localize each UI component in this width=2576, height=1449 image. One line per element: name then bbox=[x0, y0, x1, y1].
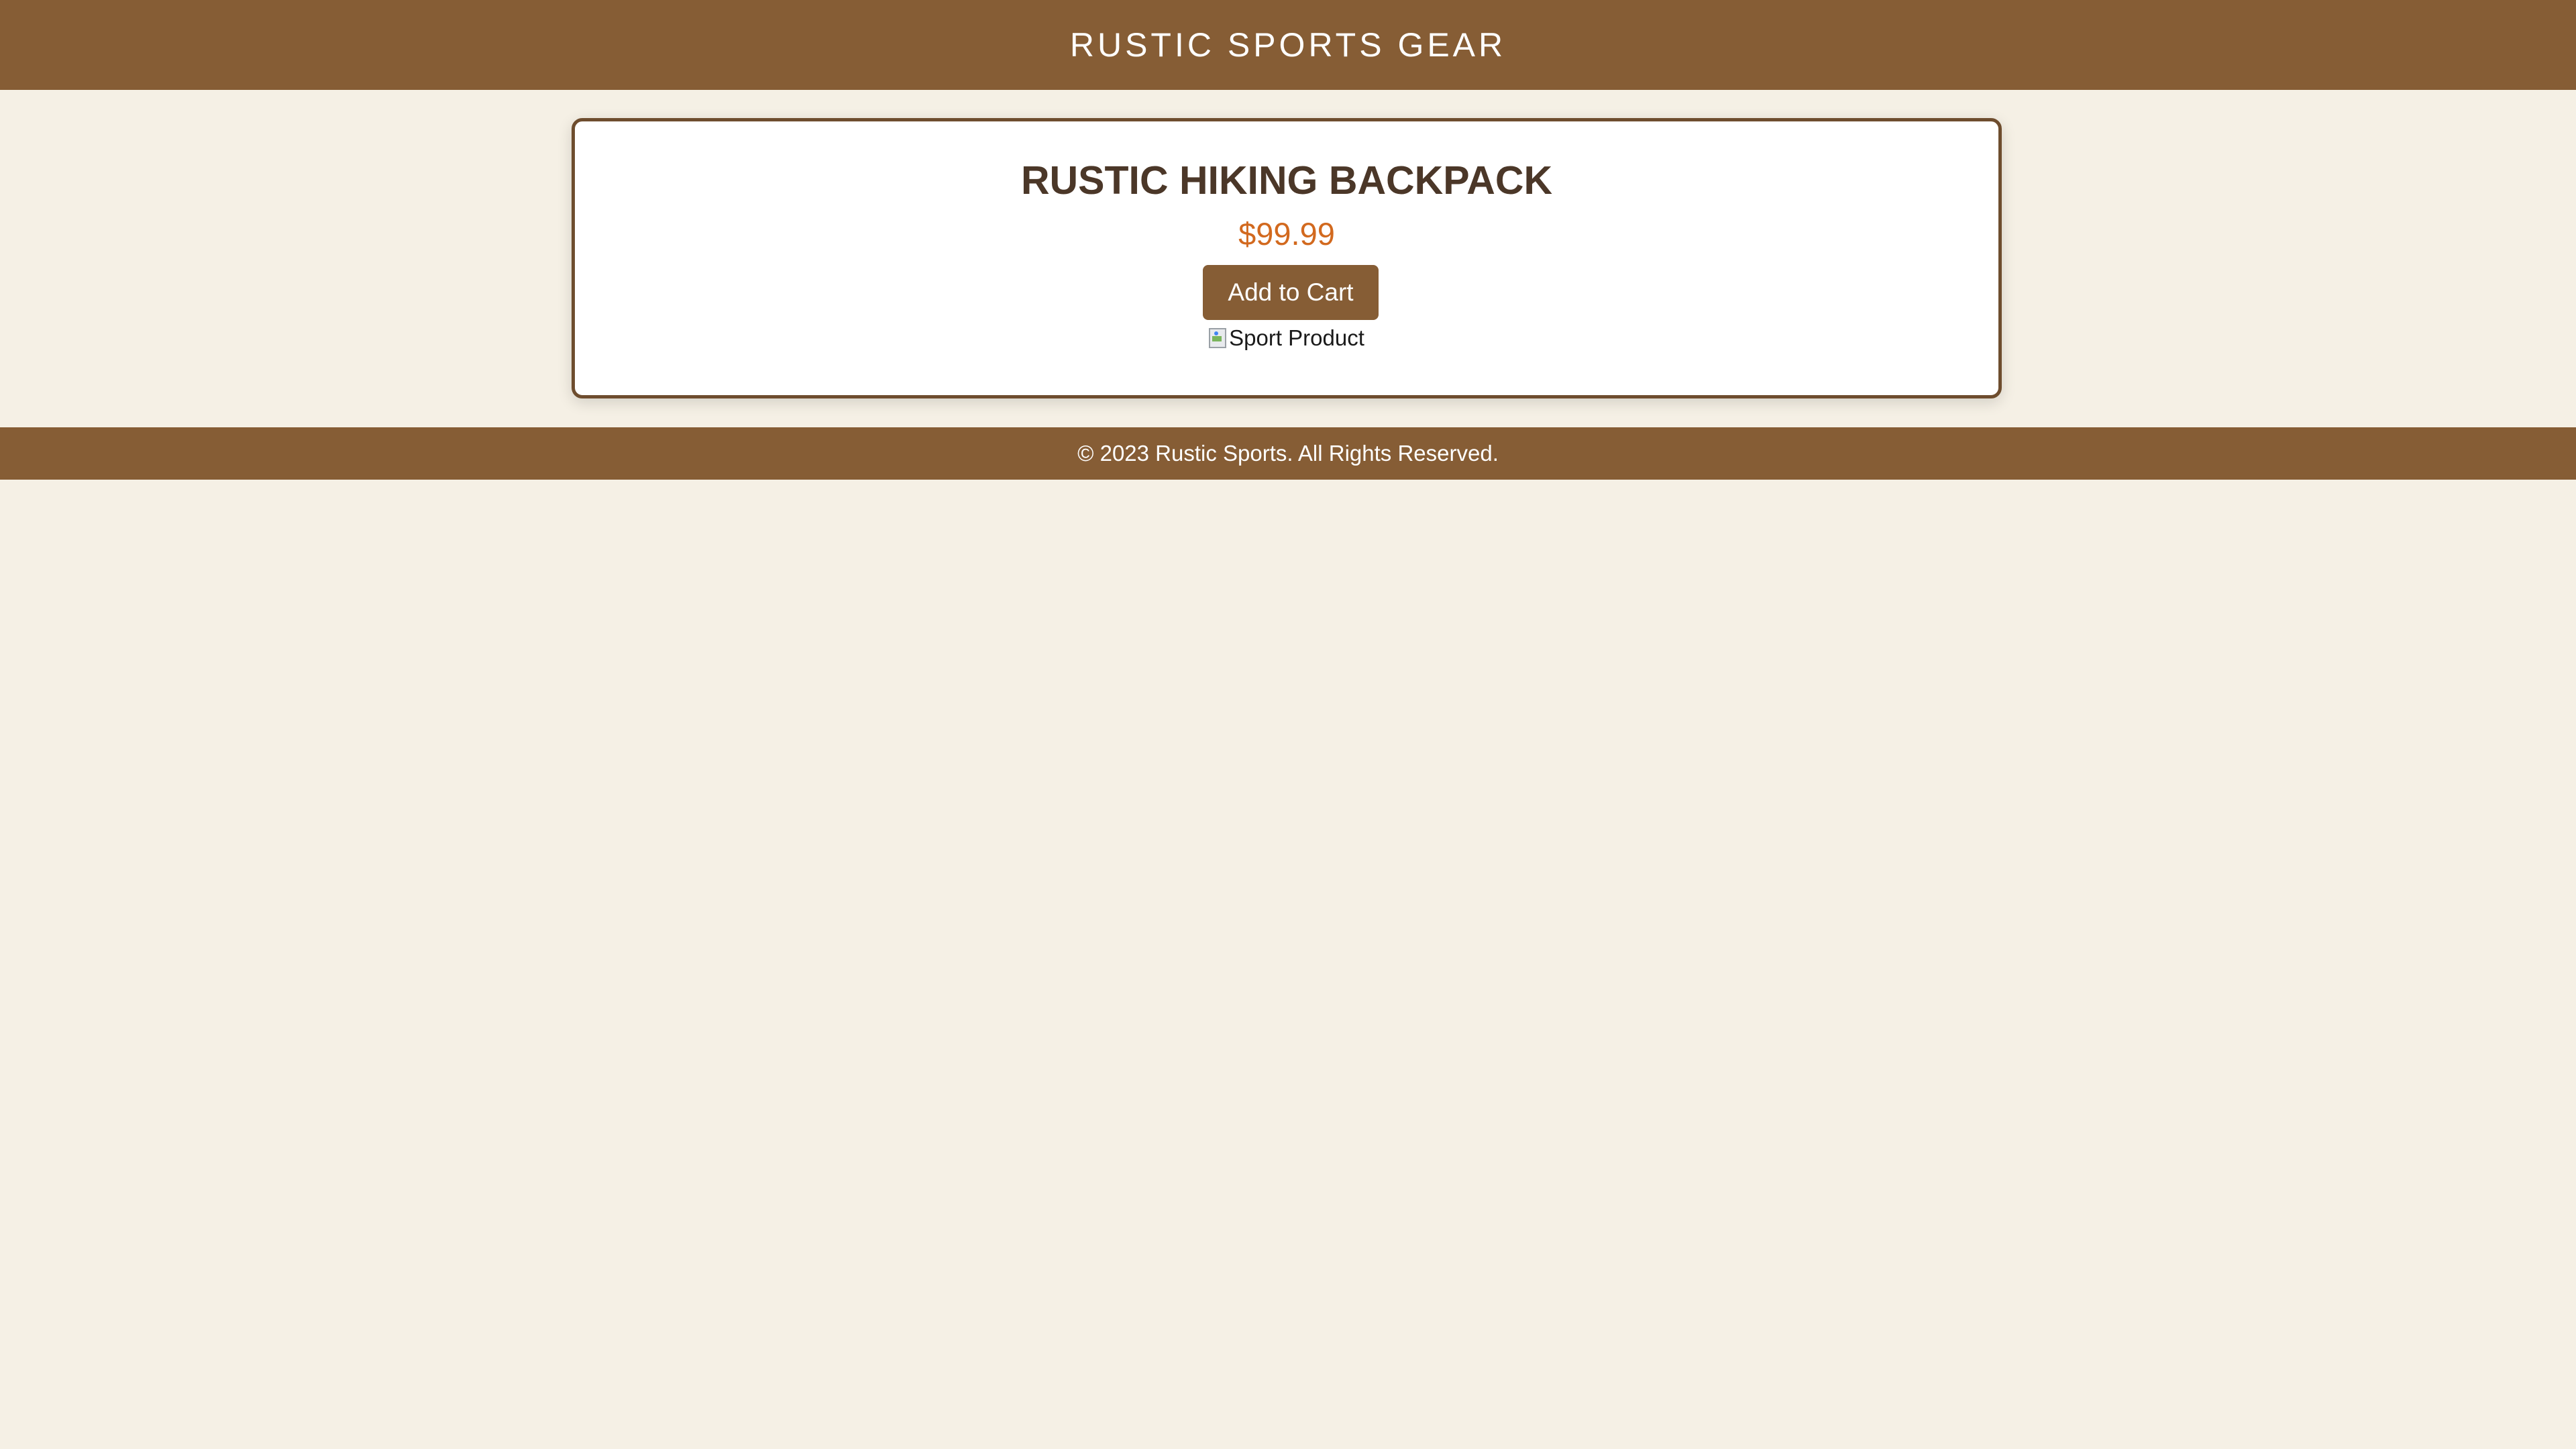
site-footer: © 2023 Rustic Sports. All Rights Reserve… bbox=[0, 427, 2576, 480]
product-card: RUSTIC HIKING BACKPACK $99.99 Add to Car… bbox=[572, 118, 2002, 398]
product-price: $99.99 bbox=[1238, 216, 1335, 252]
product-image-alt-text: Sport Product bbox=[1229, 325, 1364, 350]
site-header: RUSTIC SPORTS GEAR bbox=[0, 0, 2576, 90]
product-name: RUSTIC HIKING BACKPACK bbox=[1020, 158, 1553, 203]
site-title: RUSTIC SPORTS GEAR bbox=[1069, 26, 1507, 64]
product-image: Sport Product bbox=[575, 323, 1998, 354]
add-to-cart-button[interactable]: Add to Cart bbox=[1203, 265, 1379, 320]
broken-image-icon bbox=[1209, 328, 1227, 348]
footer-copyright: © 2023 Rustic Sports. All Rights Reserve… bbox=[1077, 441, 1499, 466]
